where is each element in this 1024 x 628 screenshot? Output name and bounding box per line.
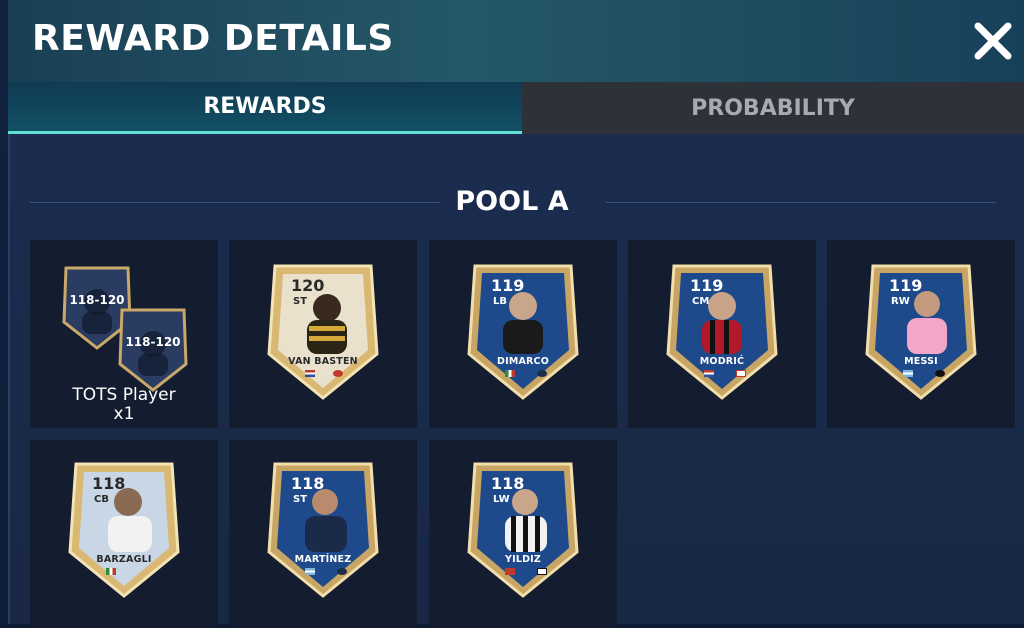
player-name: MODRIĆ xyxy=(699,356,745,367)
player-rating: 118 xyxy=(491,474,525,493)
reward-slot-barzagli[interactable]: 118 CB BARZAGLI xyxy=(30,440,218,628)
player-position: CB xyxy=(94,494,109,505)
player-card: 118 CB BARZAGLI xyxy=(68,460,180,600)
player-card: 119 LB DIMARCO xyxy=(467,262,579,402)
player-flags xyxy=(499,568,549,578)
player-position: LB xyxy=(493,296,507,307)
reward-slot-tots-pack[interactable]: 118-120 118-120 TOTS Player x1 xyxy=(30,240,218,428)
player-flags xyxy=(499,370,549,380)
tab-bar: REWARDS PROBABILITY xyxy=(8,82,1024,134)
close-icon xyxy=(974,22,1012,60)
player-name: DIMARCO xyxy=(497,356,549,367)
pack-label-line2: x1 xyxy=(113,404,135,424)
reward-slot-yildiz[interactable]: 118 LW YILDIZ xyxy=(429,440,617,628)
player-card: 119 CM MODRIĆ xyxy=(666,262,778,402)
player-position: CM xyxy=(692,296,710,307)
player-position: LW xyxy=(493,494,510,505)
player-name: YILDIZ xyxy=(505,554,541,565)
reward-slot-modric[interactable]: 119 CM MODRIĆ xyxy=(628,240,816,428)
player-position: ST xyxy=(293,296,308,307)
reward-slot-dimarco[interactable]: 119 LB DIMARCO xyxy=(429,240,617,428)
player-rating: 119 xyxy=(690,276,724,295)
page-title: REWARD DETAILS xyxy=(32,18,394,59)
player-flags xyxy=(299,568,349,578)
pool-title: POOL A xyxy=(455,186,569,217)
player-name: MARTÍNEZ xyxy=(294,554,352,565)
player-position: ST xyxy=(293,494,308,505)
player-card: 120 ST VAN BASTEN xyxy=(267,262,379,402)
player-name: BARZAGLI xyxy=(96,554,152,565)
header-bar: REWARD DETAILS xyxy=(8,0,1024,82)
player-card: 118 LW YILDIZ xyxy=(467,460,579,600)
player-card: 118 ST MARTÍNEZ xyxy=(267,460,379,600)
player-rating: 118 xyxy=(291,474,325,493)
reward-slot-martinez[interactable]: 118 ST MARTÍNEZ xyxy=(229,440,417,628)
tab-probability[interactable]: PROBABILITY xyxy=(522,82,1024,134)
reward-slot-van-basten[interactable]: 120 ST VAN BASTEN xyxy=(229,240,417,428)
player-flags xyxy=(100,568,150,578)
player-rating: 119 xyxy=(491,276,525,295)
close-button[interactable] xyxy=(972,20,1014,62)
player-flags xyxy=(299,370,349,380)
pack-rating-range: 118-120 xyxy=(125,335,181,349)
player-card: 119 RW MESSI xyxy=(865,262,977,402)
player-flags xyxy=(698,370,748,380)
reward-slot-messi[interactable]: 119 RW MESSI xyxy=(827,240,1015,428)
player-rating: 119 xyxy=(889,276,923,295)
tab-rewards[interactable]: REWARDS xyxy=(8,82,522,134)
player-position: RW xyxy=(891,296,910,307)
player-name: VAN BASTEN xyxy=(288,356,358,367)
mini-card: 118-120 xyxy=(116,304,190,394)
player-flags xyxy=(897,370,947,380)
pack-label: TOTS Player x1 xyxy=(30,386,218,424)
player-rating: 120 xyxy=(291,276,325,295)
pack-label-line1: TOTS Player xyxy=(72,385,176,405)
player-name: MESSI xyxy=(904,356,938,367)
player-rating: 118 xyxy=(92,474,126,493)
